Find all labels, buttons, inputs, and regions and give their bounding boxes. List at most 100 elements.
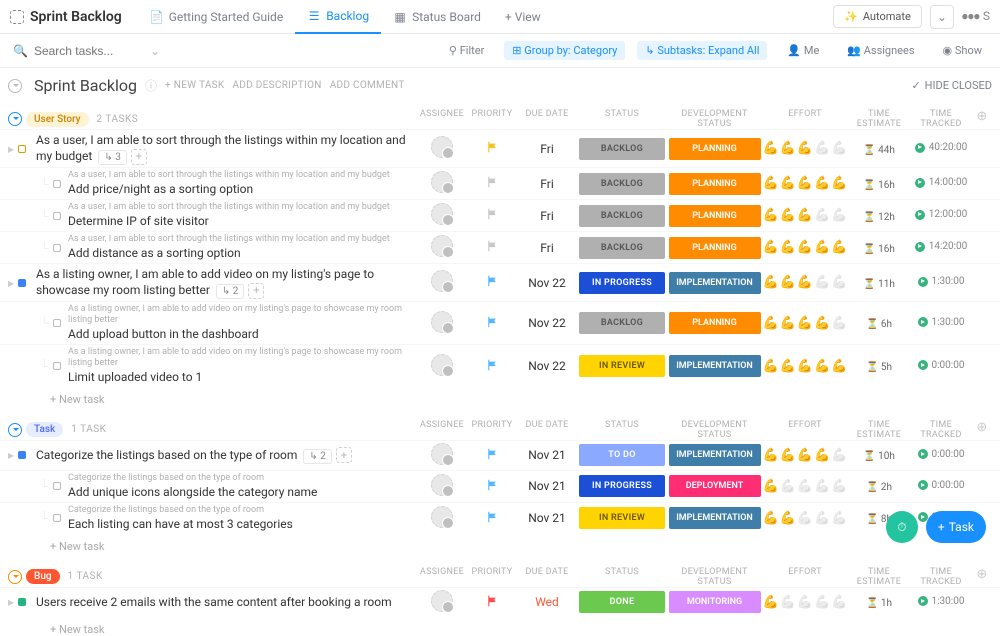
priority-flag[interactable]: [467, 448, 517, 463]
priority-flag[interactable]: [467, 275, 517, 290]
due-date[interactable]: Nov 21: [517, 448, 577, 462]
task-row[interactable]: └ As a user, I am able to sort through t…: [0, 167, 1000, 199]
time-estimate[interactable]: ⏳ 11h: [863, 279, 895, 290]
tab-backlog[interactable]: ☰Backlog: [295, 0, 381, 34]
chevron-down-icon[interactable]: ⌄: [150, 44, 160, 58]
expand-icon[interactable]: ▸: [8, 276, 14, 290]
collapse-group-icon[interactable]: [8, 423, 22, 437]
time-tracked[interactable]: 0:00:00: [918, 480, 965, 491]
assignee-avatar[interactable]: [431, 311, 453, 333]
task-row[interactable]: └ As a user, I am able to sort through t…: [0, 199, 1000, 231]
play-icon[interactable]: [915, 242, 925, 252]
add-column-icon[interactable]: ⊕: [976, 420, 987, 435]
add-subtask-icon[interactable]: +: [131, 149, 147, 165]
task-title[interactable]: Determine IP of site visitor: [68, 214, 209, 228]
priority-flag[interactable]: [467, 141, 517, 156]
status-badge[interactable]: IN PROGRESS: [579, 272, 665, 294]
add-subtask-icon[interactable]: +: [248, 283, 264, 299]
assignee-avatar[interactable]: [431, 474, 453, 496]
time-estimate[interactable]: ⏳ 16h: [863, 244, 895, 255]
status-square-icon[interactable]: [18, 451, 26, 459]
status-badge[interactable]: BACKLOG: [579, 237, 665, 259]
dev-status-badge[interactable]: PLANNING: [669, 138, 761, 160]
time-estimate[interactable]: ⏳ 16h: [863, 180, 895, 191]
task-title[interactable]: Add price/night as a sorting option: [68, 182, 253, 196]
status-badge[interactable]: TO DO: [579, 444, 665, 466]
play-icon[interactable]: [918, 317, 928, 327]
task-title[interactable]: Each listing can have at most 3 categori…: [68, 517, 293, 531]
status-square-icon[interactable]: [53, 514, 61, 522]
effort-meter[interactable]: 💪💪💪💪💪: [762, 448, 848, 463]
task-title[interactable]: As a user, I am able to sort through the…: [36, 133, 406, 163]
task-title[interactable]: Limit uploaded video to 1: [68, 370, 202, 384]
play-icon[interactable]: [918, 480, 928, 490]
status-badge[interactable]: IN PROGRESS: [579, 475, 665, 497]
new-task-link[interactable]: + New task: [0, 534, 1000, 553]
assignee-avatar[interactable]: [431, 590, 453, 612]
status-square-icon[interactable]: [18, 598, 26, 606]
status-square-icon[interactable]: [53, 180, 61, 188]
tab-add-view[interactable]: + View: [493, 0, 553, 34]
task-row[interactable]: └ Categorize the listings based on the t…: [0, 470, 1000, 502]
tab-status-board[interactable]: ▦Status Board: [381, 0, 493, 34]
new-task-link[interactable]: + New task: [0, 617, 1000, 636]
task-row[interactable]: ▸ Users receive 2 emails with the same c…: [0, 587, 1000, 617]
due-date[interactable]: Fri: [517, 209, 577, 223]
group-chip[interactable]: User Story: [26, 112, 89, 127]
play-icon[interactable]: [918, 596, 928, 606]
new-task-fab[interactable]: + Task: [926, 511, 986, 543]
dev-status-badge[interactable]: PLANNING: [669, 312, 761, 334]
status-square-icon[interactable]: [53, 244, 61, 252]
time-estimate[interactable]: ⏳ 2h: [866, 482, 892, 493]
effort-meter[interactable]: 💪💪💪💪💪: [762, 240, 848, 255]
dev-status-badge[interactable]: IMPLEMENTATION: [669, 444, 761, 466]
search-input[interactable]: 🔍 ⌄: [10, 44, 163, 58]
add-comment-link[interactable]: ADD COMMENT: [330, 80, 405, 91]
task-title[interactable]: Add unique icons alongside the category …: [68, 485, 317, 499]
time-tracked[interactable]: 14:20:00: [915, 241, 968, 252]
show-button[interactable]: ◉ Show: [935, 41, 990, 60]
automate-button[interactable]: ✨ Automate: [833, 5, 922, 28]
status-square-icon[interactable]: [53, 362, 61, 370]
time-estimate[interactable]: ⏳ 12h: [863, 212, 895, 223]
share-icon[interactable]: ⦁⦁⦁ S: [962, 9, 990, 24]
assignee-avatar[interactable]: [431, 203, 453, 225]
assignees-button[interactable]: 👥 Assignees: [839, 41, 922, 60]
due-date[interactable]: Nov 22: [517, 359, 577, 373]
time-estimate[interactable]: ⏳ 10h: [863, 451, 895, 462]
status-square-icon[interactable]: [18, 279, 26, 287]
task-title[interactable]: Categorize the listings based on the typ…: [36, 448, 297, 462]
task-title[interactable]: Users receive 2 emails with the same con…: [36, 595, 392, 609]
status-badge[interactable]: IN REVIEW: [579, 355, 665, 377]
collapse-icon[interactable]: [8, 79, 22, 93]
subtask-count[interactable]: ↳ 3: [98, 150, 126, 165]
dev-status-badge[interactable]: IMPLEMENTATION: [669, 272, 761, 294]
due-date[interactable]: Fri: [517, 177, 577, 191]
me-toggle[interactable]: 👤 Me: [779, 41, 827, 60]
time-estimate[interactable]: ⏳ 6h: [866, 319, 892, 330]
play-icon[interactable]: [915, 178, 925, 188]
tab-getting-started[interactable]: 📄Getting Started Guide: [138, 0, 295, 34]
play-icon[interactable]: [918, 449, 928, 459]
status-badge[interactable]: DONE: [579, 591, 665, 613]
priority-flag[interactable]: [467, 176, 517, 191]
dev-status-badge[interactable]: IMPLEMENTATION: [669, 507, 761, 529]
assignee-avatar[interactable]: [431, 235, 453, 257]
expand-icon[interactable]: ▸: [8, 142, 14, 156]
effort-meter[interactable]: 💪💪💪💪💪: [762, 176, 848, 191]
status-badge[interactable]: BACKLOG: [579, 312, 665, 334]
timer-fab[interactable]: ⏱: [886, 511, 918, 543]
play-icon[interactable]: [918, 360, 928, 370]
assignee-avatar[interactable]: [431, 506, 453, 528]
time-tracked[interactable]: 0:00:00: [918, 360, 965, 371]
task-row[interactable]: ▸ As a user, I am able to sort through t…: [0, 129, 1000, 167]
subtasks-button[interactable]: ↳ Subtasks: Expand All: [637, 41, 767, 60]
time-tracked[interactable]: 1:30:00: [918, 276, 965, 287]
task-title[interactable]: Add distance as a sorting option: [68, 246, 241, 260]
dev-status-badge[interactable]: DEPLOYMENT: [669, 475, 761, 497]
task-row[interactable]: └ Categorize the listings based on the t…: [0, 502, 1000, 534]
effort-meter[interactable]: 💪💪💪💪💪: [762, 208, 848, 223]
status-badge[interactable]: IN REVIEW: [579, 507, 665, 529]
add-column-icon[interactable]: ⊕: [976, 567, 987, 582]
status-badge[interactable]: BACKLOG: [579, 205, 665, 227]
